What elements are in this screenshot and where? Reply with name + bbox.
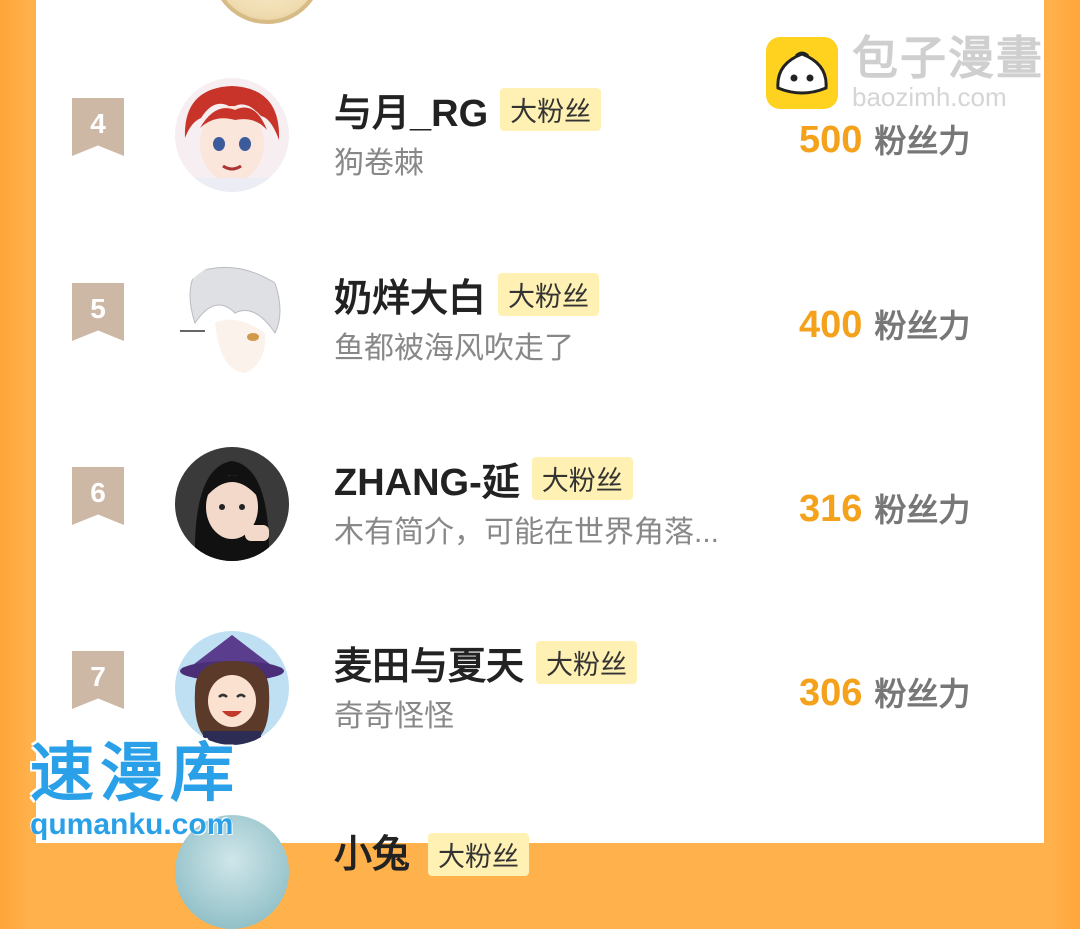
rank-badge: 5	[72, 283, 124, 341]
user-name[interactable]: ZHANG-延	[334, 451, 520, 506]
watermark-title: 速漫库	[30, 737, 240, 809]
user-bio: 狗卷棘	[334, 147, 424, 180]
watermark-url: qumanku.com	[30, 808, 234, 841]
logo-title: 包子漫畫	[852, 32, 1044, 84]
user-bio: 奇奇怪怪	[334, 700, 454, 733]
user-bio: 木有简介，可能在世界角落...	[334, 516, 720, 549]
fan-power-unit: 粉丝力	[874, 676, 971, 712]
ranking-card: 4 与月_RG 大粉丝 狗卷棘 500 粉丝力 5 奶烊大白 大粉丝 鱼都被海风…	[36, 0, 1044, 929]
rank-badge: 4	[72, 98, 124, 156]
fan-power-value: 316	[799, 488, 863, 530]
bun-icon	[766, 37, 838, 109]
avatar[interactable]	[175, 263, 289, 377]
avatar[interactable]	[175, 631, 289, 745]
fan-power-value: 500	[799, 119, 863, 161]
avatar[interactable]	[211, 0, 323, 24]
list-item[interactable]: 6 ZHANG-延 大粉丝 木有简介，可能在世界角落... 316 粉丝力	[36, 447, 1044, 577]
user-name[interactable]: 小兔	[334, 823, 410, 878]
fan-power-unit: 粉丝力	[874, 492, 971, 528]
fan-power: 306 粉丝力	[799, 669, 970, 715]
rank-badge: 6	[72, 467, 124, 525]
fan-level-badge: 大粉丝	[536, 641, 638, 684]
rank-badge: 7	[72, 651, 124, 709]
user-name[interactable]: 麦田与夏天	[334, 635, 524, 690]
fan-power: 500 粉丝力	[799, 116, 970, 162]
fan-power-unit: 粉丝力	[874, 123, 971, 159]
user-bio: 鱼都被海风吹走了	[334, 332, 574, 365]
fan-power-value: 306	[799, 672, 863, 714]
site-logo: 包子漫畫 baozimh.com	[766, 34, 1044, 112]
fan-level-badge: 大粉丝	[428, 833, 529, 876]
user-name[interactable]: 奶烊大白	[334, 267, 486, 322]
fan-level-badge: 大粉丝	[498, 273, 600, 316]
logo-url: baozimh.com	[852, 82, 1007, 112]
avatar[interactable]	[175, 78, 289, 192]
watermark: 速漫库 qumanku.com	[30, 738, 240, 842]
fan-power: 400 粉丝力	[799, 301, 970, 347]
avatar[interactable]	[175, 447, 289, 561]
fan-level-badge: 大粉丝	[531, 457, 633, 500]
fan-power-unit: 粉丝力	[874, 308, 971, 344]
list-item[interactable]: 5 奶烊大白 大粉丝 鱼都被海风吹走了 400 粉丝力	[36, 263, 1044, 393]
fan-power: 316 粉丝力	[799, 485, 970, 531]
fan-power-value: 400	[799, 304, 863, 346]
fan-level-badge: 大粉丝	[500, 88, 602, 131]
user-name[interactable]: 与月_RG	[334, 82, 488, 137]
